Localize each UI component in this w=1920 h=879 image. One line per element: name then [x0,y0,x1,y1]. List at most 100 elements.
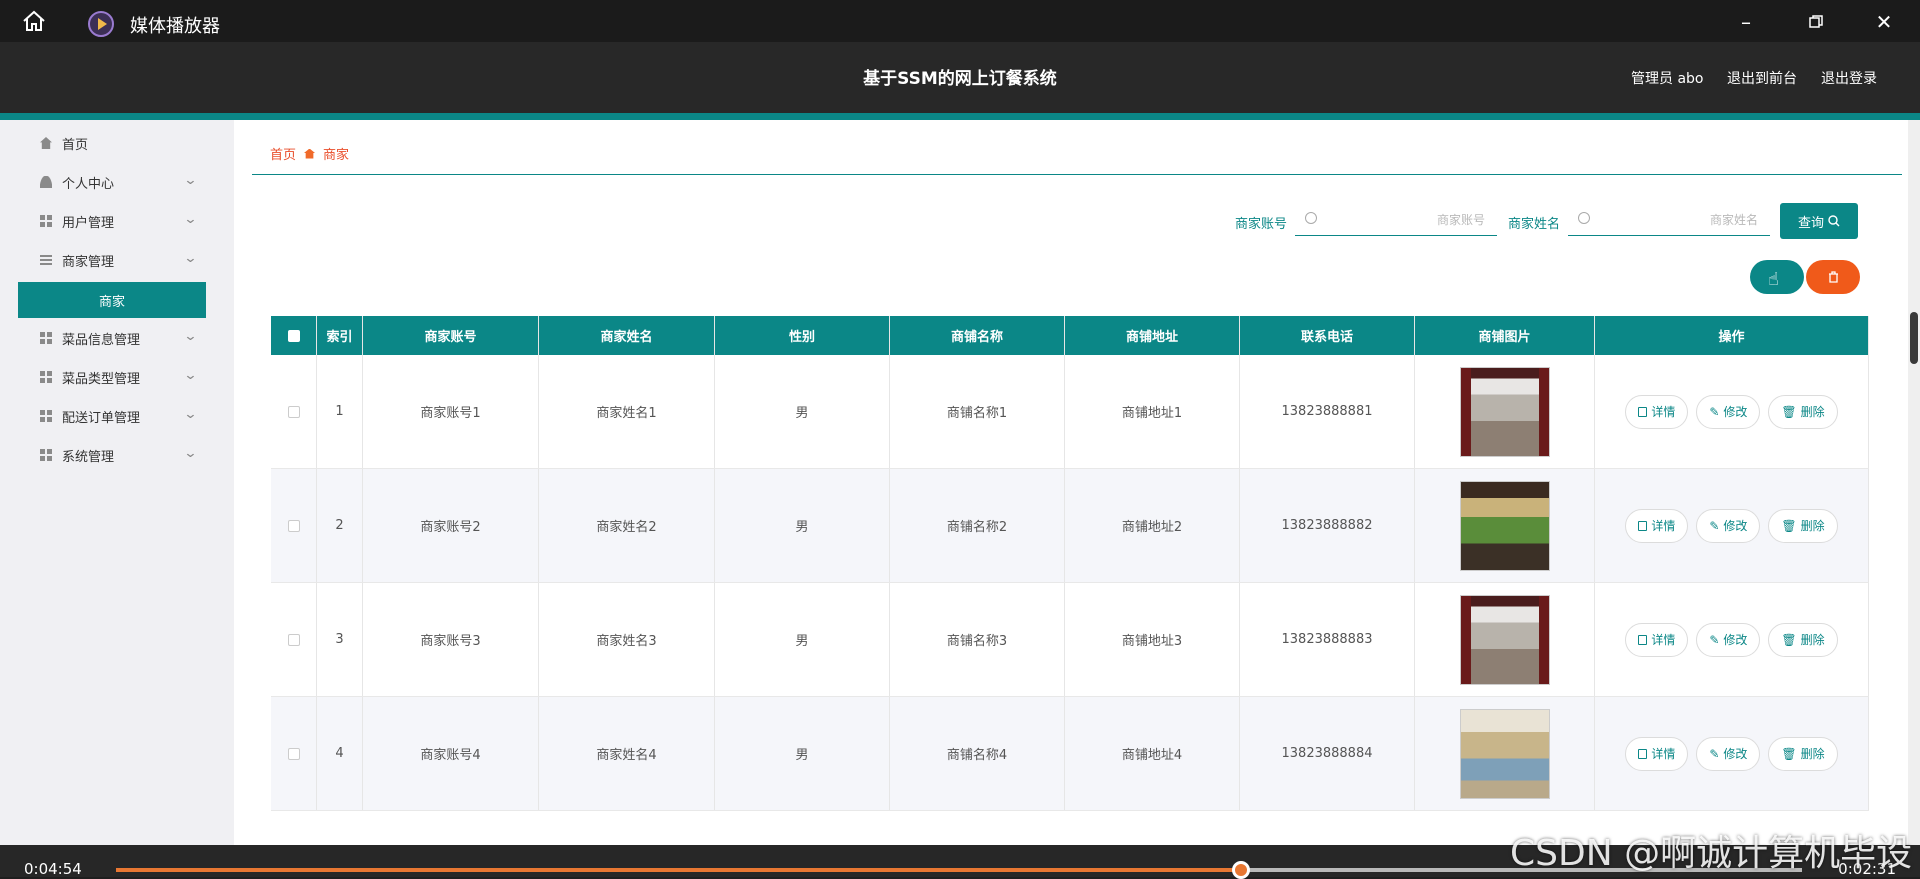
merchant-account-input[interactable] [1325,208,1485,232]
table-row: 2 商家账号2 商家姓名2 男 商铺名称2 商铺地址2 13823888882 … [271,469,1869,583]
logout-link[interactable]: 退出登录 [1821,68,1877,88]
query-button[interactable]: 查询 [1780,203,1858,239]
trash-icon: 🗑 [1781,404,1797,419]
table-header: 索引 商家账号 商家姓名 性别 商铺名称 商铺地址 联系电话 商铺图片 操作 [271,316,1869,355]
document-icon [1638,748,1648,759]
search-icon [1578,212,1590,224]
detail-label: 详情 [1651,405,1676,419]
hand-pointer-cursor-icon: ☝ [1768,269,1779,290]
edit-button[interactable]: ✎ 修改 [1696,736,1761,771]
chevron-down-icon: ⌄ [183,368,198,383]
cell-account: 商家账号4 [363,697,539,810]
cell-gender: 男 [715,697,890,810]
delete-label: 删除 [1800,405,1825,419]
detail-button[interactable]: 详情 [1625,394,1689,429]
seek-bar-fill [116,868,1241,872]
sidebar-item-home[interactable]: 首页 [18,125,206,161]
cell-name: 商家姓名2 [539,469,715,582]
sidebar-item-merchant-management[interactable]: 商家管理 ⌄ [18,242,206,278]
home-icon[interactable] [22,10,46,32]
column-header: 商铺名称 [890,316,1065,355]
main-content: 首页 商家 商家账号 商家姓名 查询 ☝ 索引 商家账号 商家姓名 性别 商铺名… [234,120,1920,845]
minimize-icon[interactable]: – [1732,8,1760,36]
column-header: 商家账号 [363,316,539,355]
sidebar-item-label: 配送订单管理 [62,410,141,426]
chevron-down-icon: ⌄ [183,407,198,422]
pencil-icon: ✎ [1709,746,1720,761]
delete-button[interactable]: 🗑 删除 [1768,394,1838,429]
detail-button[interactable]: 详情 [1625,508,1689,543]
document-icon [1638,406,1648,417]
shop-image[interactable] [1459,480,1550,571]
detail-button[interactable]: 详情 [1625,736,1689,771]
seek-bar-knob[interactable] [1231,861,1250,879]
chevron-down-icon: ⌄ [183,173,198,188]
edit-button[interactable]: ✎ 修改 [1696,394,1761,429]
select-all-checkbox[interactable] [287,329,300,342]
table-row: 4 商家账号4 商家姓名4 男 商铺名称4 商铺地址4 13823888884 … [271,697,1869,811]
table-row: 1 商家账号1 商家姓名1 男 商铺名称1 商铺地址1 13823888881 … [271,355,1869,469]
breadcrumb-home[interactable]: 首页 [270,144,296,163]
sidebar-item-label: 菜品信息管理 [62,332,141,348]
sidebar-item-system-management[interactable]: 系统管理 ⌄ [18,437,206,473]
scrollbar-thumb[interactable] [1910,312,1918,364]
sidebar-item-personal-center[interactable]: 个人中心 ⌄ [18,164,206,200]
delete-label: 删除 [1800,747,1825,761]
column-header: 商铺地址 [1065,316,1240,355]
breadcrumb-current: 商家 [323,148,350,163]
shop-image[interactable] [1459,594,1550,685]
header-accent-line [0,113,1920,120]
search-icon [1305,212,1317,224]
sidebar-item-label: 首页 [62,137,89,153]
cell-shop-name: 商铺名称1 [890,355,1065,468]
cell-name: 商家姓名3 [539,583,715,696]
row-checkbox[interactable] [287,633,300,646]
sidebar-item-delivery-order-management[interactable]: 配送订单管理 ⌄ [18,398,206,434]
sidebar-item-dish-info-management[interactable]: 菜品信息管理 ⌄ [18,320,206,356]
cell-shop-address: 商铺地址4 [1065,697,1240,810]
sidebar-item-label: 系统管理 [62,449,115,465]
sidebar-item-merchant[interactable]: 商家 [18,282,206,318]
grid-icon [40,371,52,383]
edit-label: 修改 [1723,747,1748,761]
row-checkbox[interactable] [287,519,300,532]
delete-button[interactable]: 🗑 删除 [1768,736,1838,771]
merchant-name-input[interactable] [1598,208,1758,232]
close-icon[interactable]: ✕ [1870,8,1898,36]
home-icon [304,148,316,159]
cell-shop-address: 商铺地址2 [1065,469,1240,582]
vertical-scrollbar[interactable] [1908,120,1920,845]
merchant-name-label: 商家姓名 [1508,217,1561,232]
cell-gender: 男 [715,583,890,696]
edit-button[interactable]: ✎ 修改 [1696,622,1761,657]
chevron-down-icon: ⌄ [183,329,198,344]
sidebar-item-dish-type-management[interactable]: 菜品类型管理 ⌄ [18,359,206,395]
admin-user-label: 管理员 abo [1631,71,1704,87]
time-elapsed: 0:04:54 [24,860,82,878]
sidebar-item-label: 个人中心 [62,176,115,192]
media-player-title-bar: 媒体播放器 – ✕ [0,0,1920,42]
cell-name: 商家姓名1 [539,355,715,468]
cell-account: 商家账号2 [363,469,539,582]
cell-phone: 13823888883 [1240,583,1415,696]
maximize-icon[interactable] [1802,8,1830,36]
batch-delete-button[interactable] [1806,260,1860,294]
back-to-front-link[interactable]: 退出到前台 [1727,68,1797,88]
edit-label: 修改 [1723,519,1748,533]
merchant-name-search [1568,204,1770,236]
row-checkbox[interactable] [287,747,300,760]
sidebar-item-label: 商家 [98,294,125,310]
home-icon [40,137,52,149]
edit-button[interactable]: ✎ 修改 [1696,508,1761,543]
sidebar-item-user-management[interactable]: 用户管理 ⌄ [18,203,206,239]
row-checkbox[interactable] [287,405,300,418]
grid-icon [40,449,52,461]
delete-button[interactable]: 🗑 删除 [1768,622,1838,657]
delete-button[interactable]: 🗑 删除 [1768,508,1838,543]
shop-image[interactable] [1459,708,1550,799]
detail-button[interactable]: 详情 [1625,622,1689,657]
shop-image[interactable] [1459,366,1550,457]
pencil-icon: ✎ [1709,632,1720,647]
column-header: 操作 [1595,316,1869,355]
watermark: CSDN @啊诚计算机毕设 [1510,833,1913,874]
